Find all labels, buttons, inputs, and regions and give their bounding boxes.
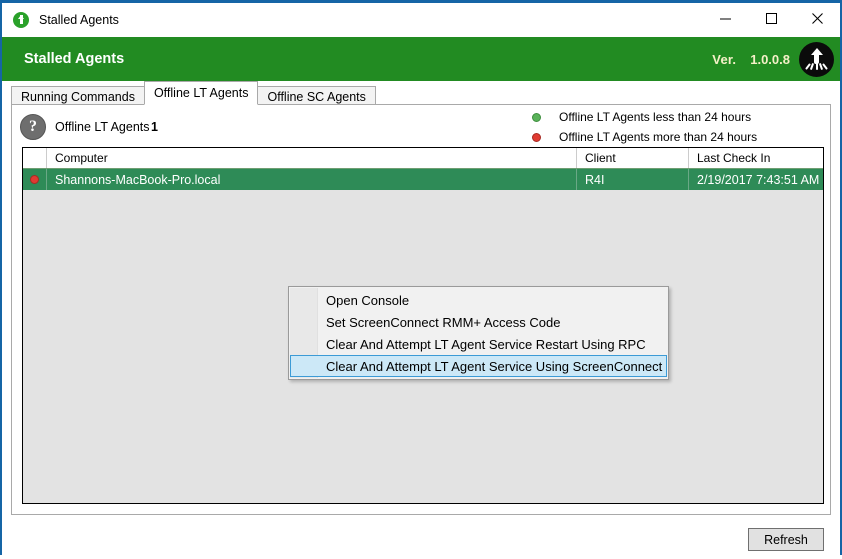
- column-header-status[interactable]: [23, 148, 47, 168]
- banner-title: Stalled Agents: [24, 51, 124, 67]
- agent-count: 1: [151, 120, 158, 134]
- tab-label: Offline LT Agents: [154, 86, 249, 100]
- context-menu: Open Console Set ScreenConnect RMM+ Acce…: [288, 286, 669, 380]
- refresh-button[interactable]: Refresh: [748, 528, 824, 551]
- tab-strip: Running Commands Offline LT Agents Offli…: [2, 81, 840, 105]
- menu-item-set-screenconnect-access-code[interactable]: Set ScreenConnect RMM+ Access Code: [290, 311, 667, 333]
- footer-bar: Refresh: [2, 515, 840, 559]
- row-status-cell: [23, 169, 47, 190]
- legend-item-more-than-24h: Offline LT Agents more than 24 hours: [532, 130, 757, 144]
- legend-label: Offline LT Agents more than 24 hours: [559, 130, 757, 144]
- application-window: Stalled Agents Stalled Agents: [0, 0, 842, 555]
- cell-computer: Shannons-MacBook-Pro.local: [47, 169, 577, 190]
- app-banner: Stalled Agents Ver. 1.0.0.8: [2, 37, 840, 81]
- menu-item-label: Clear And Attempt LT Agent Service Using…: [326, 359, 662, 374]
- cell-client: R4I: [577, 169, 689, 190]
- green-status-dot-icon: [532, 113, 541, 122]
- tab-label: Running Commands: [21, 90, 135, 104]
- banner-version-area: Ver. 1.0.0.8: [712, 37, 834, 81]
- minimize-icon: [719, 12, 732, 25]
- panel-header: ? Offline LT Agents 1 Offline LT Agents …: [12, 105, 830, 147]
- window-controls: [702, 3, 840, 34]
- version-label: Ver.: [712, 52, 736, 67]
- cell-last-check-in: 2/19/2017 7:43:51 AM: [689, 169, 823, 190]
- panel-title: Offline LT Agents: [55, 120, 150, 134]
- column-header-last-check-in[interactable]: Last Check In: [689, 148, 823, 168]
- tab-label: Offline SC Agents: [267, 90, 365, 104]
- column-header-computer[interactable]: Computer: [47, 148, 577, 168]
- maximize-button[interactable]: [748, 3, 794, 34]
- menu-item-clear-using-screenconnect[interactable]: Clear And Attempt LT Agent Service Using…: [290, 355, 667, 377]
- legend-item-less-than-24h: Offline LT Agents less than 24 hours: [532, 110, 751, 124]
- table-header-row: Computer Client Last Check In: [23, 148, 823, 169]
- squid-logo-icon: [799, 42, 834, 77]
- close-icon: [811, 12, 824, 25]
- table-row[interactable]: Shannons-MacBook-Pro.local R4I 2/19/2017…: [23, 169, 823, 190]
- menu-item-label: Set ScreenConnect RMM+ Access Code: [326, 315, 560, 330]
- menu-item-clear-restart-using-rpc[interactable]: Clear And Attempt LT Agent Service Resta…: [290, 333, 667, 355]
- close-button[interactable]: [794, 3, 840, 34]
- red-status-dot-icon: [532, 133, 541, 142]
- red-status-dot-icon: [30, 175, 39, 184]
- menu-item-label: Open Console: [326, 293, 409, 308]
- content-panel: ? Offline LT Agents 1 Offline LT Agents …: [11, 104, 831, 515]
- window-title: Stalled Agents: [39, 13, 119, 27]
- menu-item-open-console[interactable]: Open Console: [290, 289, 667, 311]
- app-icon: [13, 12, 29, 28]
- legend-label: Offline LT Agents less than 24 hours: [559, 110, 751, 124]
- title-bar: Stalled Agents: [2, 3, 840, 37]
- menu-item-label: Clear And Attempt LT Agent Service Resta…: [326, 337, 646, 352]
- column-header-client[interactable]: Client: [577, 148, 689, 168]
- tab-offline-lt-agents[interactable]: Offline LT Agents: [144, 81, 259, 105]
- maximize-icon: [765, 12, 778, 25]
- minimize-button[interactable]: [702, 3, 748, 34]
- version-value: 1.0.0.8: [750, 52, 790, 67]
- question-mark-icon[interactable]: ?: [20, 114, 46, 140]
